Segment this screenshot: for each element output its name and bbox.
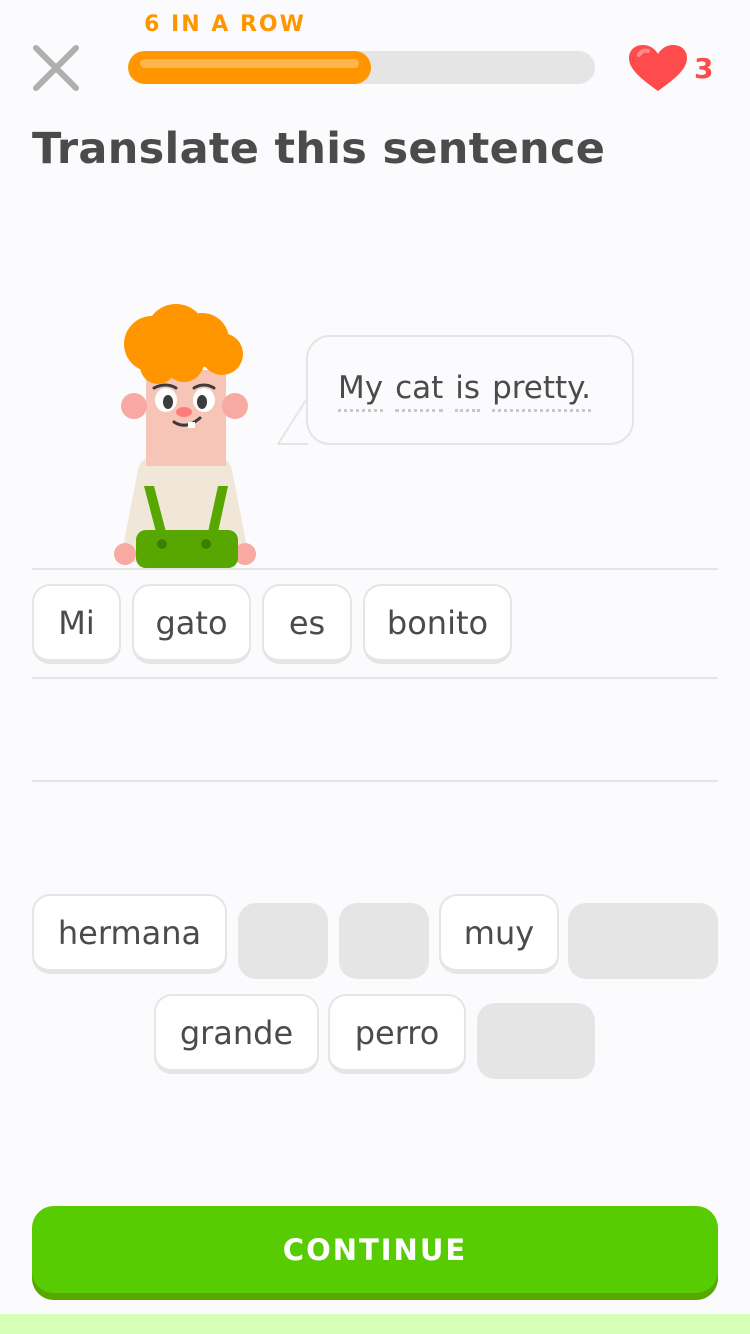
progress-shine (140, 59, 359, 68)
answer-chip[interactable]: es (262, 584, 352, 664)
word-bank-chip[interactable]: muy (439, 894, 559, 974)
word-bank-slot-empty (568, 903, 718, 979)
word-bank-slot-empty (477, 1003, 595, 1079)
answer-chip[interactable]: bonito (363, 584, 512, 664)
footer-strip (0, 1314, 750, 1334)
heart-icon (629, 45, 687, 91)
hearts-count: 3 (694, 52, 714, 85)
character-illustration (114, 304, 256, 568)
bubble-tail (277, 396, 309, 445)
page-title: Translate this sentence (32, 124, 606, 174)
word-bank-chip[interactable]: perro (328, 994, 466, 1074)
answer-chip[interactable]: gato (132, 584, 251, 664)
close-button[interactable] (30, 42, 82, 94)
speech-bubble: My cat is pretty. (306, 335, 634, 445)
hint-word[interactable]: pretty. (492, 370, 591, 412)
answer-top-divider (32, 568, 718, 570)
progress-fill (128, 51, 371, 84)
word-bank-slot-empty (339, 903, 429, 979)
word-bank-chip[interactable]: hermana (32, 894, 227, 974)
hint-word[interactable]: cat (395, 370, 444, 412)
continue-button[interactable]: CONTINUE (32, 1206, 718, 1300)
close-x-icon (33, 45, 79, 91)
bubble-sentence: My cat is pretty. (338, 370, 591, 412)
answer-line-divider (32, 677, 718, 679)
answer-bottom-divider (32, 780, 718, 782)
progress-bar (128, 51, 595, 84)
answer-chip[interactable]: Mi (32, 584, 121, 664)
streak-label: 6 IN A ROW (144, 12, 306, 37)
hint-word[interactable]: is (455, 370, 481, 412)
word-bank-slot-empty (238, 903, 328, 979)
hint-word[interactable]: My (338, 370, 384, 412)
word-bank-chip[interactable]: grande (154, 994, 319, 1074)
